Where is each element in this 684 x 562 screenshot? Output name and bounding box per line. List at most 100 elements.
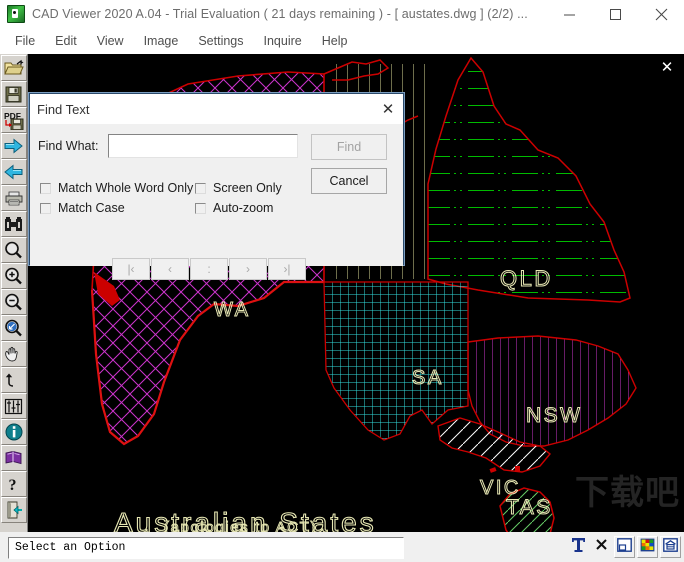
zoom-in-button[interactable] <box>0 263 27 289</box>
menu-file[interactable]: File <box>6 32 44 50</box>
previous-arrow-icon <box>4 164 23 180</box>
auto-zoom-checkbox[interactable]: Auto-zoom <box>195 201 273 215</box>
layout-view-icon <box>617 537 632 557</box>
zoom-extents-button[interactable] <box>0 315 27 341</box>
checkbox-box <box>40 182 51 194</box>
print-button[interactable] <box>0 185 27 211</box>
text-tool-button[interactable] <box>568 536 589 558</box>
checkbox-box <box>195 202 206 214</box>
zoom-window-button[interactable] <box>0 237 27 263</box>
app-logo-icon <box>7 5 25 23</box>
find-text-button[interactable] <box>0 211 27 237</box>
checkbox-box <box>40 202 51 214</box>
info-button[interactable] <box>0 419 27 445</box>
layout-view-button[interactable] <box>614 536 635 558</box>
delete-tool-icon <box>595 538 608 556</box>
checkbox-label: Match Whole Word Only <box>58 181 194 195</box>
nav-last-button[interactable]: ›| <box>268 258 306 280</box>
model-view-icon <box>663 537 678 557</box>
color-palette-icon <box>640 538 655 557</box>
state-label-tas: TAS <box>506 496 553 519</box>
save-pdf-icon: PDF <box>4 111 24 130</box>
nav-first-button[interactable]: |‹ <box>112 258 150 280</box>
menu-settings[interactable]: Settings <box>189 32 252 50</box>
title-bar: CAD Viewer 2020 A.04 - Trial Evaluation … <box>0 0 684 29</box>
find-text-dialog: Find Text ✕ Find What: Find Cancel Match… <box>29 93 404 280</box>
match-whole-word-checkbox[interactable]: Match Whole Word Only <box>40 181 193 195</box>
checkbox-label: Auto-zoom <box>213 201 274 215</box>
svg-text:?: ? <box>8 477 16 493</box>
zoom-in-icon <box>4 267 23 285</box>
find-button[interactable]: Find <box>311 134 387 160</box>
zoom-out-icon <box>4 293 23 311</box>
binoculars-icon <box>4 216 23 233</box>
checkbox-box <box>195 182 206 194</box>
close-drawing-icon[interactable]: ✕ <box>658 58 676 76</box>
dialog-title: Find Text <box>37 101 90 117</box>
print-icon <box>4 190 24 207</box>
menu-view[interactable]: View <box>88 32 133 50</box>
color-palette-button[interactable] <box>637 536 658 558</box>
status-bar: Select an Option <box>0 532 684 562</box>
menu-edit[interactable]: Edit <box>46 32 86 50</box>
pan-button[interactable] <box>0 341 27 367</box>
menu-image[interactable]: Image <box>135 32 188 50</box>
application-window: CAD Viewer 2020 A.04 - Trial Evaluation … <box>0 0 684 562</box>
exit-button[interactable] <box>0 497 27 523</box>
undo-arrow-icon <box>4 372 23 388</box>
result-navigation: |‹ ‹ : › ›| <box>112 258 307 280</box>
previous-page-button[interactable] <box>0 159 27 185</box>
nav-current-button[interactable]: : <box>190 258 228 280</box>
pan-hand-icon <box>4 346 23 363</box>
checkbox-label: Screen Only <box>213 181 282 195</box>
state-label-sa: SA <box>412 367 444 389</box>
layers-icon <box>4 398 23 415</box>
nav-previous-button[interactable]: ‹ <box>151 258 189 280</box>
save-pdf-button[interactable]: PDF <box>0 107 27 133</box>
zoom-window-icon <box>4 241 23 259</box>
cancel-button[interactable]: Cancel <box>311 168 387 194</box>
site-watermark: 下载吧 <box>575 473 680 513</box>
drawing-subtitle: (apologies to ACT) <box>164 519 317 532</box>
model-view-button[interactable] <box>660 536 681 558</box>
nav-next-button[interactable]: › <box>229 258 267 280</box>
zoom-extents-icon <box>4 319 23 337</box>
window-title: CAD Viewer 2020 A.04 - Trial Evaluation … <box>32 7 528 21</box>
text-tool-icon <box>571 537 586 558</box>
help-button[interactable]: ? <box>0 471 27 497</box>
find-what-input[interactable] <box>108 134 298 158</box>
next-page-button[interactable] <box>0 133 27 159</box>
screen-only-checkbox[interactable]: Screen Only <box>195 181 282 195</box>
menu-inquire[interactable]: Inquire <box>255 32 311 50</box>
zoom-out-button[interactable] <box>0 289 27 315</box>
menu-help[interactable]: Help <box>313 32 357 50</box>
dialog-title-bar: Find Text ✕ <box>30 94 403 125</box>
delete-tool-button[interactable] <box>591 536 612 558</box>
menu-bar: File Edit View Image Settings Inquire He… <box>0 28 684 54</box>
status-message-field: Select an Option <box>8 536 404 559</box>
minimize-button[interactable] <box>546 1 592 28</box>
next-arrow-icon <box>4 138 23 154</box>
open-file-button[interactable] <box>0 55 27 81</box>
help-question-icon: ? <box>7 475 21 493</box>
state-label-nsw: NSW <box>526 404 583 427</box>
status-message: Select an Option <box>15 541 126 554</box>
maximize-button[interactable] <box>592 1 638 28</box>
layers-button[interactable] <box>0 393 27 419</box>
undo-button[interactable] <box>0 367 27 393</box>
save-button[interactable] <box>0 81 27 107</box>
save-icon <box>5 86 22 103</box>
manual-button[interactable] <box>0 445 27 471</box>
status-bar-icons <box>566 534 681 560</box>
state-label-wa: WA <box>214 299 250 321</box>
state-label-qld: QLD <box>500 266 553 291</box>
match-case-checkbox[interactable]: Match Case <box>40 201 125 215</box>
dialog-close-icon[interactable]: ✕ <box>373 95 403 123</box>
find-what-label: Find What: <box>38 139 99 153</box>
left-toolbar: PDF ? <box>0 54 28 532</box>
close-button[interactable] <box>638 1 684 28</box>
help-book-icon <box>4 450 23 467</box>
exit-door-icon <box>4 501 24 519</box>
info-icon <box>5 423 23 441</box>
dialog-body: Find What: Find Cancel Match Whole Word … <box>30 125 403 280</box>
